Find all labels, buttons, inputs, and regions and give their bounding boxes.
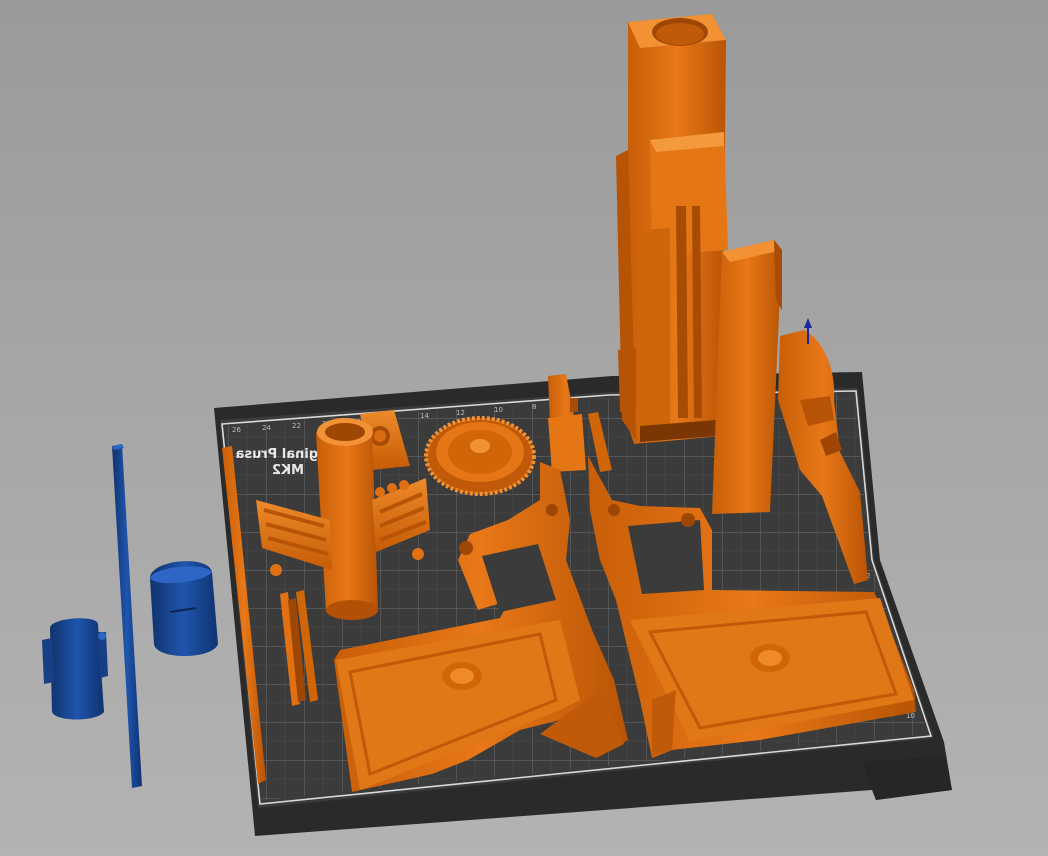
svg-text:14: 14 xyxy=(420,412,429,420)
svg-text:24: 24 xyxy=(262,424,271,432)
model-outside-bed-block[interactable] xyxy=(42,618,108,720)
3d-viewport[interactable]: 26 24 22 20 18 16 14 12 10 8 6 2 4 6 8 1… xyxy=(0,0,1048,856)
model-outside-bed-cap[interactable] xyxy=(150,561,218,656)
model-tall-block[interactable] xyxy=(712,240,782,514)
svg-text:26: 26 xyxy=(232,426,241,434)
model-outside-bed-rod[interactable] xyxy=(112,444,142,788)
svg-text:MK2: MK2 xyxy=(272,463,304,478)
svg-text:12: 12 xyxy=(456,409,465,417)
model-tall-tower[interactable] xyxy=(616,14,728,444)
model-gear[interactable] xyxy=(424,416,536,496)
svg-text:22: 22 xyxy=(292,422,301,430)
svg-text:10: 10 xyxy=(494,406,503,414)
svg-text:8: 8 xyxy=(532,403,536,411)
